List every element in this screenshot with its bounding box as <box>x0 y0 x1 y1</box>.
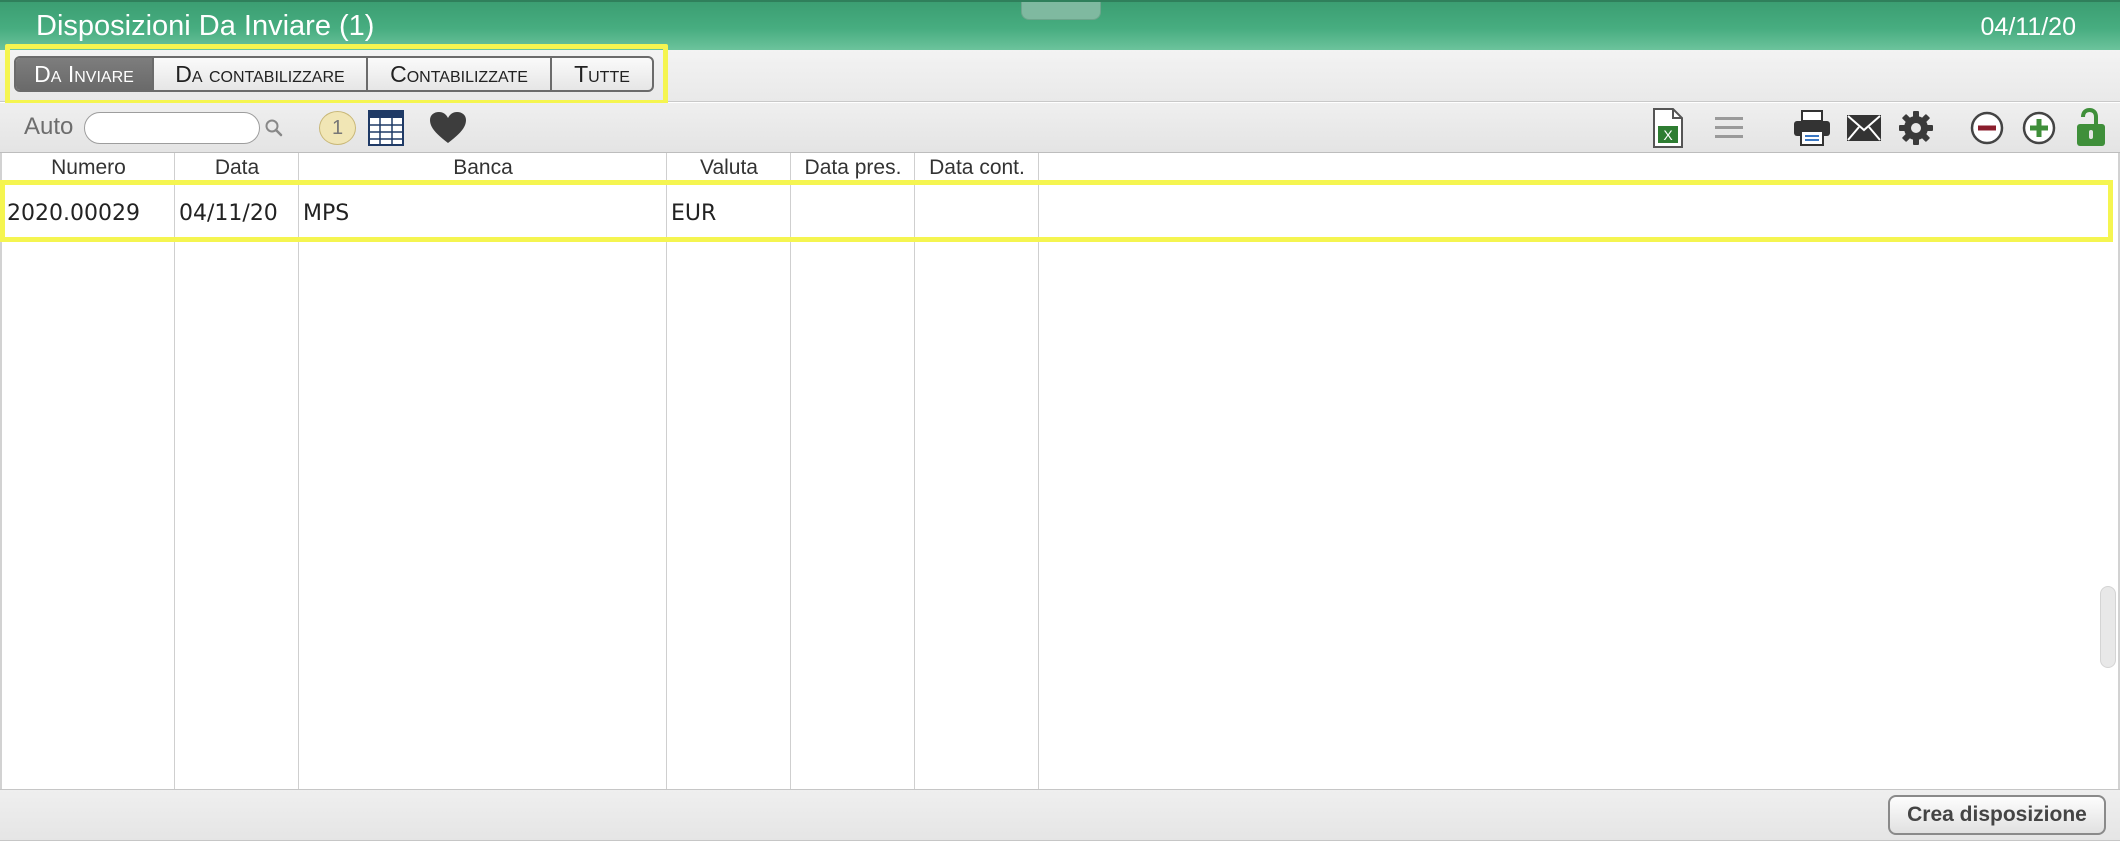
column-header-data-cont[interactable]: Data cont. <box>915 153 1039 183</box>
auto-label: Auto <box>24 113 74 140</box>
printer-icon[interactable] <box>1792 107 1832 149</box>
remove-icon[interactable] <box>1969 110 2005 146</box>
table-grid-icon[interactable] <box>366 108 406 148</box>
search-input[interactable] <box>84 112 260 144</box>
tab-tutte[interactable]: Tutte <box>552 58 652 90</box>
column-header-data-pres[interactable]: Data pres. <box>791 153 915 183</box>
table-row[interactable]: 2020.00029 04/11/20 MPS EUR <box>2 189 2114 239</box>
column-header-data[interactable]: Data <box>175 153 299 183</box>
window-title: Disposizioni Da Inviare (1) <box>36 10 375 42</box>
table-header: Numero Data Banca Valuta Data pres. Data… <box>2 153 1039 183</box>
toolbar: Auto 1 X <box>0 103 2120 153</box>
gear-icon[interactable] <box>1897 109 1935 147</box>
cell-valuta: EUR <box>671 201 717 226</box>
column-header-numero[interactable]: Numero <box>2 153 175 183</box>
crea-disposizione-button[interactable]: Crea disposizione <box>1888 795 2106 835</box>
unlock-icon[interactable] <box>2074 107 2108 149</box>
title-bar: Disposizioni Da Inviare (1) 04/11/20 <box>0 0 2120 50</box>
cell-data: 04/11/20 <box>179 201 278 226</box>
window-drag-handle[interactable] <box>1021 2 1101 20</box>
column-divider <box>790 153 791 789</box>
record-count-badge: 1 <box>319 111 356 145</box>
column-divider <box>298 153 299 789</box>
excel-export-icon[interactable]: X <box>1650 107 1684 149</box>
svg-text:X: X <box>1663 127 1673 143</box>
status-tabs: Da Inviare Da contabilizzare Contabilizz… <box>14 56 654 92</box>
heart-icon[interactable] <box>428 108 468 148</box>
tab-contabilizzate[interactable]: Contabilizzate <box>368 58 552 90</box>
column-divider <box>1038 153 1039 789</box>
column-divider <box>174 153 175 789</box>
cell-banca: MPS <box>303 201 350 226</box>
search-icon[interactable] <box>264 118 284 138</box>
vertical-scrollbar[interactable] <box>2100 586 2116 668</box>
list-menu-icon[interactable] <box>1712 111 1746 145</box>
disposizioni-table: Numero Data Banca Valuta Data pres. Data… <box>0 153 2120 789</box>
add-icon[interactable] <box>2021 110 2057 146</box>
tab-da-contabilizzare[interactable]: Da contabilizzare <box>154 58 368 90</box>
current-date: 04/11/20 <box>1980 13 2076 41</box>
tab-da-inviare[interactable]: Da Inviare <box>16 58 154 90</box>
column-divider <box>914 153 915 789</box>
column-divider <box>666 153 667 789</box>
footer-bar: Crea disposizione <box>0 789 2120 841</box>
column-header-valuta[interactable]: Valuta <box>667 153 791 183</box>
cell-numero: 2020.00029 <box>7 201 140 226</box>
column-header-banca[interactable]: Banca <box>299 153 667 183</box>
mail-icon[interactable] <box>1845 111 1883 145</box>
